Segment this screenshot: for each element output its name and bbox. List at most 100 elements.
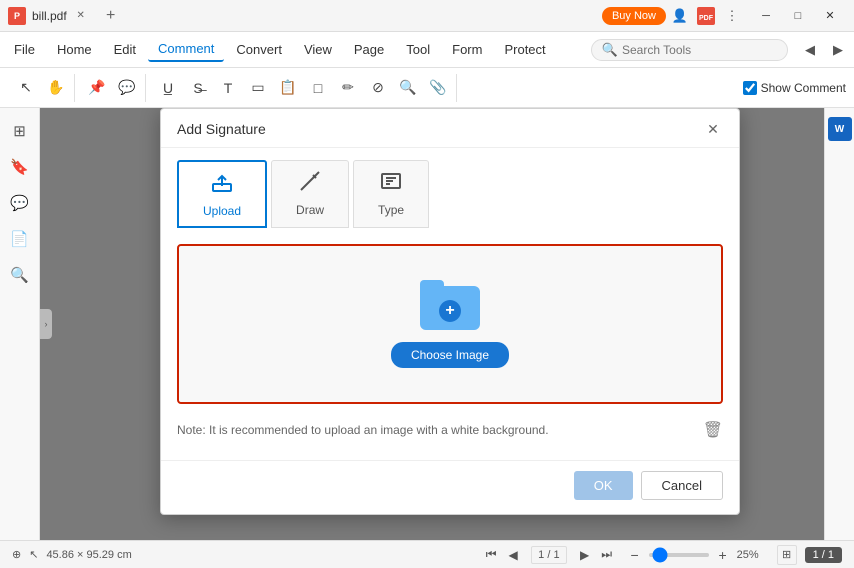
dialog-title: Add Signature bbox=[177, 121, 266, 137]
draw-tab-label: Draw bbox=[296, 203, 324, 217]
cursor-icon: ⊕ bbox=[12, 548, 21, 561]
choose-image-button[interactable]: Choose Image bbox=[391, 342, 509, 368]
menu-file[interactable]: File bbox=[4, 38, 45, 61]
account-icon[interactable]: 👤 bbox=[670, 6, 690, 26]
folder-icon: + bbox=[420, 280, 480, 330]
file-title: bill.pdf bbox=[32, 9, 67, 23]
show-comment-label: Show Comment bbox=[761, 81, 846, 95]
trash-icon[interactable]: 🗑 bbox=[703, 420, 723, 440]
main-layout: ⊞ 🔖 💬 📄 🔍 › Wine Breather Carafe $59.95 … bbox=[0, 108, 854, 540]
dialog-body: + Choose Image Note: It is recommended t… bbox=[161, 228, 739, 460]
pdf-area: Wine Breather Carafe $59.95 KIVA DINING … bbox=[40, 108, 824, 540]
tab-type[interactable]: Type bbox=[353, 160, 429, 228]
menu-page[interactable]: Page bbox=[344, 38, 394, 61]
nav-icons: ◀ ▶ bbox=[798, 38, 850, 62]
title-bar: P bill.pdf ✕ + Buy Now 👤 PDF ⋮ ─ □ ✕ bbox=[0, 0, 854, 32]
page-nav-next-buttons: ▶ ⏭ bbox=[575, 545, 617, 565]
next-page-btn[interactable]: ▶ bbox=[575, 545, 595, 565]
tool-callout[interactable]: 📋 bbox=[274, 74, 302, 102]
first-page-btn[interactable]: ⏮ bbox=[481, 545, 501, 565]
dialog-header: Add Signature ✕ bbox=[161, 109, 739, 148]
tool-stamp[interactable]: 🔍 bbox=[394, 74, 422, 102]
tab-draw[interactable]: Draw bbox=[271, 160, 349, 228]
zoom-level-text: 25% bbox=[737, 549, 769, 561]
nav-forward-icon[interactable]: ▶ bbox=[826, 38, 850, 62]
tool-pencil[interactable]: ✏ bbox=[334, 74, 362, 102]
tab-upload[interactable]: Upload bbox=[177, 160, 267, 228]
nav-back-icon[interactable]: ◀ bbox=[798, 38, 822, 62]
zoom-in-btn[interactable]: + bbox=[713, 545, 733, 565]
arrow-icon: ↖ bbox=[29, 548, 38, 561]
svg-text:PDF: PDF bbox=[699, 15, 714, 22]
tool-underline[interactable]: U̲ bbox=[154, 74, 182, 102]
minimize-button[interactable]: ─ bbox=[750, 0, 782, 32]
word-export-btn[interactable]: W bbox=[827, 116, 853, 142]
title-icons: 👤 PDF ⋮ bbox=[670, 6, 742, 26]
note-text: Note: It is recommended to upload an ima… bbox=[177, 423, 549, 437]
upload-area[interactable]: + Choose Image bbox=[177, 244, 723, 404]
menu-form[interactable]: Form bbox=[442, 38, 492, 61]
close-button[interactable]: ✕ bbox=[814, 0, 846, 32]
more-options-icon[interactable]: ⋮ bbox=[722, 6, 742, 26]
ok-button[interactable]: OK bbox=[574, 471, 633, 500]
tool-strikethrough[interactable]: S̶ bbox=[184, 74, 212, 102]
tool-attach[interactable]: 📎 bbox=[424, 74, 452, 102]
sidebar-search-btn[interactable]: 🔍 bbox=[5, 260, 35, 290]
cancel-button[interactable]: Cancel bbox=[641, 471, 723, 500]
word-icon: W bbox=[828, 117, 852, 141]
toolbar: ↖ ✋ 📌 💬 U̲ S̶ T ▭ 📋 □ ✏ ⊘ 🔍 📎 Show Comme… bbox=[0, 68, 854, 108]
folder-back: + bbox=[420, 286, 480, 330]
show-comment-area: Show Comment bbox=[743, 81, 846, 95]
tool-text-box[interactable]: ▭ bbox=[244, 74, 272, 102]
tab-close-btn[interactable]: ✕ bbox=[73, 8, 89, 24]
pdf-badge-icon: PDF bbox=[696, 6, 716, 26]
note-area: Note: It is recommended to upload an ima… bbox=[177, 416, 723, 444]
last-page-btn[interactable]: ⏭ bbox=[597, 545, 617, 565]
new-tab-btn[interactable]: + bbox=[99, 4, 123, 28]
draw-tab-icon bbox=[298, 169, 322, 199]
buy-now-button[interactable]: Buy Now bbox=[602, 7, 666, 25]
page-indicator: 1 / 1 bbox=[531, 546, 566, 564]
window-controls: ─ □ ✕ bbox=[750, 0, 846, 32]
zoom-out-btn[interactable]: − bbox=[625, 545, 645, 565]
tool-shapes[interactable]: □ bbox=[304, 74, 332, 102]
search-input[interactable] bbox=[622, 43, 777, 57]
menu-tool[interactable]: Tool bbox=[396, 38, 440, 61]
tool-hand[interactable]: ✋ bbox=[42, 74, 70, 102]
dialog-tabs: Upload Draw bbox=[161, 148, 739, 228]
tool-text-comment[interactable]: 💬 bbox=[113, 74, 141, 102]
upload-tab-label: Upload bbox=[203, 204, 241, 218]
menu-view[interactable]: View bbox=[294, 38, 342, 61]
menu-bar: File Home Edit Comment Convert View Page… bbox=[0, 32, 854, 68]
maximize-button[interactable]: □ bbox=[782, 0, 814, 32]
menu-comment[interactable]: Comment bbox=[148, 37, 224, 62]
tool-cursor[interactable]: ↖ bbox=[12, 74, 40, 102]
dialog-close-button[interactable]: ✕ bbox=[703, 119, 723, 139]
tool-sticky[interactable]: 📌 bbox=[83, 74, 111, 102]
menu-home[interactable]: Home bbox=[47, 38, 102, 61]
sidebar-attach-btn[interactable]: 📄 bbox=[5, 224, 35, 254]
menu-edit[interactable]: Edit bbox=[104, 38, 146, 61]
menu-convert[interactable]: Convert bbox=[226, 38, 292, 61]
status-bar-right: ⏮ ◀ 1 / 1 ▶ ⏭ − + 25% ⊞ 1 / 1 bbox=[481, 545, 842, 565]
search-tools-box[interactable]: 🔍 bbox=[591, 39, 788, 61]
left-sidebar: ⊞ 🔖 💬 📄 🔍 bbox=[0, 108, 40, 540]
dimensions-text: 45.86 × 95.29 cm bbox=[46, 549, 131, 561]
menu-protect[interactable]: Protect bbox=[494, 38, 555, 61]
prev-page-btn[interactable]: ◀ bbox=[503, 545, 523, 565]
fit-page-btn[interactable]: ⊞ bbox=[777, 545, 797, 565]
choose-image-box: + Choose Image bbox=[391, 280, 509, 368]
sidebar-comment-btn[interactable]: 💬 bbox=[5, 188, 35, 218]
search-icon: 🔍 bbox=[602, 42, 618, 58]
upload-tab-icon bbox=[210, 170, 234, 200]
page-badge: 1 / 1 bbox=[805, 547, 842, 563]
title-bar-right: Buy Now 👤 PDF ⋮ ─ □ ✕ bbox=[602, 0, 846, 32]
sidebar-pages-btn[interactable]: ⊞ bbox=[5, 116, 35, 146]
tool-highlight[interactable]: T bbox=[214, 74, 242, 102]
sidebar-bookmark-btn[interactable]: 🔖 bbox=[5, 152, 35, 182]
tool-eraser[interactable]: ⊘ bbox=[364, 74, 392, 102]
show-comment-checkbox[interactable] bbox=[743, 81, 757, 95]
status-bar: ⊕ ↖ 45.86 × 95.29 cm ⏮ ◀ 1 / 1 ▶ ⏭ − + 2… bbox=[0, 540, 854, 568]
app-icon: P bbox=[8, 7, 26, 25]
zoom-slider[interactable] bbox=[649, 553, 709, 557]
